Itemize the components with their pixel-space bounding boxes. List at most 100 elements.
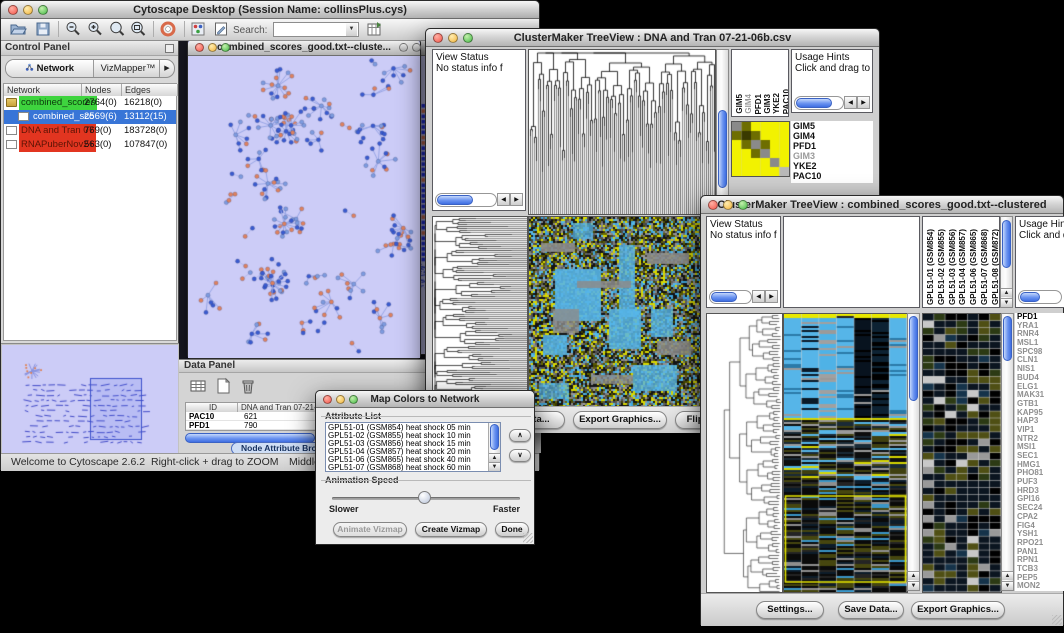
- scroll-up-button[interactable]: ▲: [908, 571, 919, 580]
- attribute-select-icon[interactable]: [189, 377, 207, 395]
- delete-attribute-icon[interactable]: [239, 377, 257, 395]
- network-canvas-a[interactable]: [188, 56, 420, 358]
- tv2-heatmap[interactable]: [783, 313, 908, 593]
- attribute-list-scrollbar[interactable]: ▲ ▼: [488, 423, 500, 471]
- help-icon[interactable]: [159, 20, 177, 38]
- tv1-heatmap[interactable]: [528, 216, 716, 408]
- tv1-zoom-matrix[interactable]: [731, 121, 790, 177]
- new-attribute-icon[interactable]: [214, 377, 232, 395]
- scroll-right-button[interactable]: ▶: [857, 96, 870, 109]
- minimize-button[interactable]: [448, 33, 458, 43]
- col-header-network[interactable]: Network: [4, 84, 82, 96]
- zoom-button[interactable]: [463, 33, 473, 43]
- save-session-icon[interactable]: [34, 20, 52, 38]
- col-header-edges[interactable]: Edges: [122, 84, 178, 96]
- minimize-button[interactable]: [336, 395, 345, 404]
- scroll-thumb[interactable]: [718, 110, 727, 188]
- resize-grip[interactable]: [1052, 615, 1062, 625]
- tv2-zoom-scrollbar[interactable]: ▲ ▼: [1001, 313, 1014, 591]
- tv2-heatmap-scrollbar[interactable]: ▲ ▼: [907, 313, 920, 591]
- zoom-button[interactable]: [38, 5, 48, 15]
- tv1-column-dendrogram[interactable]: [528, 49, 716, 215]
- col-header-id[interactable]: ID: [186, 403, 238, 412]
- tv1-row-dendrogram[interactable]: [432, 216, 528, 408]
- scroll-down-button[interactable]: ▼: [1001, 298, 1012, 307]
- annotation-icon[interactable]: [212, 20, 230, 38]
- tab-vizmapper[interactable]: VizMapper™: [95, 60, 161, 77]
- float-panel-icon[interactable]: [165, 44, 174, 53]
- minimize-button[interactable]: [23, 5, 33, 15]
- open-session-icon[interactable]: [9, 20, 27, 38]
- scroll-track[interactable]: [435, 193, 497, 207]
- birdseye-canvas[interactable]: [2, 345, 178, 453]
- settings-button[interactable]: Settings...: [756, 601, 824, 619]
- minimize-button[interactable]: [723, 200, 733, 210]
- network-row[interactable]: combined_scores2764(0)16218(0): [4, 96, 176, 110]
- move-down-button[interactable]: ∨: [509, 449, 531, 462]
- network-row[interactable]: RNAPuberNov2+563(0)107847(0): [4, 138, 176, 152]
- zoom-button[interactable]: [738, 200, 748, 210]
- zoom-in-icon[interactable]: [86, 20, 104, 38]
- search-dropdown-icon[interactable]: ▼: [346, 23, 357, 36]
- network-row[interactable]: combined_sco2569(6)13112(15): [4, 110, 176, 124]
- scroll-thumb[interactable]: [909, 316, 918, 401]
- scroll-thumb[interactable]: [711, 292, 737, 302]
- tv2-collabel-scrollbar[interactable]: ▲ ▼: [1000, 216, 1013, 308]
- close-button[interactable]: [433, 33, 443, 43]
- zoom-button[interactable]: [349, 395, 358, 404]
- minimize-button[interactable]: [208, 43, 217, 52]
- vizmapper-icon[interactable]: [189, 20, 207, 38]
- export-graphics-button[interactable]: Export Graphics...: [911, 601, 1005, 619]
- zoom-fit-icon[interactable]: [129, 20, 147, 38]
- animation-slider[interactable]: [332, 497, 520, 500]
- scroll-track[interactable]: [1018, 290, 1062, 304]
- scroll-right-button[interactable]: ▶: [765, 290, 778, 303]
- scroll-thumb[interactable]: [796, 98, 832, 108]
- tabs-overflow-button[interactable]: ▶: [159, 60, 174, 77]
- create-vizmap-button[interactable]: Create Vizmap: [415, 522, 487, 537]
- tv2-zoom-heatmap[interactable]: [922, 313, 1002, 593]
- export-graphics-button[interactable]: Export Graphics...: [573, 411, 667, 429]
- scroll-thumb[interactable]: [1020, 292, 1040, 302]
- scroll-thumb[interactable]: [437, 195, 473, 205]
- scroll-down-button[interactable]: ▼: [908, 581, 919, 590]
- cytoscape-titlebar[interactable]: Cytoscape Desktop (Session Name: collins…: [1, 1, 539, 19]
- network-row[interactable]: DNA and Tran 07769(0)183728(0): [4, 124, 176, 138]
- scroll-thumb[interactable]: [1003, 316, 1012, 361]
- attribute-item[interactable]: GPL51-07 (GSM868) heat shock 60 min: [326, 464, 488, 472]
- scroll-track[interactable]: [709, 290, 752, 304]
- scroll-up-button[interactable]: ▲: [1002, 571, 1013, 580]
- zoom-out-icon[interactable]: [64, 20, 82, 38]
- tab-network[interactable]: Network: [6, 60, 94, 77]
- resize-grip[interactable]: [523, 533, 533, 543]
- treeview2-titlebar[interactable]: ClusterMaker TreeView : combined_scores_…: [701, 196, 1063, 214]
- scroll-left-button[interactable]: ◀: [752, 290, 765, 303]
- scroll-left-button[interactable]: ◀: [497, 193, 510, 206]
- scroll-right-button[interactable]: ▶: [510, 193, 523, 206]
- close-button[interactable]: [323, 395, 332, 404]
- save-data-button[interactable]: Save Data...: [838, 601, 904, 619]
- import-table-icon[interactable]: [365, 20, 383, 38]
- scroll-track[interactable]: [794, 96, 844, 110]
- col-header-nodes[interactable]: Nodes: [82, 84, 122, 96]
- close-button[interactable]: [708, 200, 718, 210]
- close-button[interactable]: [8, 5, 18, 15]
- scroll-up-button[interactable]: ▲: [1001, 288, 1012, 297]
- scroll-down-button[interactable]: ▼: [1002, 581, 1013, 590]
- scroll-down-button[interactable]: ▼: [489, 462, 500, 471]
- move-up-button[interactable]: ∧: [509, 429, 531, 442]
- tv2-row-dendrogram[interactable]: [706, 313, 783, 593]
- zoom-selected-icon[interactable]: [108, 20, 126, 38]
- treeview1-titlebar[interactable]: ClusterMaker TreeView : DNA and Tran 07-…: [426, 29, 879, 47]
- scroll-up-button[interactable]: ▲: [489, 453, 500, 462]
- tv2-column-dendrogram-area[interactable]: [783, 216, 920, 308]
- scroll-left-button[interactable]: ◀: [844, 96, 857, 109]
- search-input[interactable]: [275, 23, 345, 36]
- close-button[interactable]: [195, 43, 204, 52]
- zoom-button[interactable]: [221, 43, 230, 52]
- minimize-button[interactable]: [412, 43, 421, 52]
- slider-thumb[interactable]: [418, 491, 431, 504]
- scroll-thumb[interactable]: [1002, 220, 1011, 268]
- close-button[interactable]: [399, 43, 408, 52]
- scroll-thumb[interactable]: [490, 424, 499, 450]
